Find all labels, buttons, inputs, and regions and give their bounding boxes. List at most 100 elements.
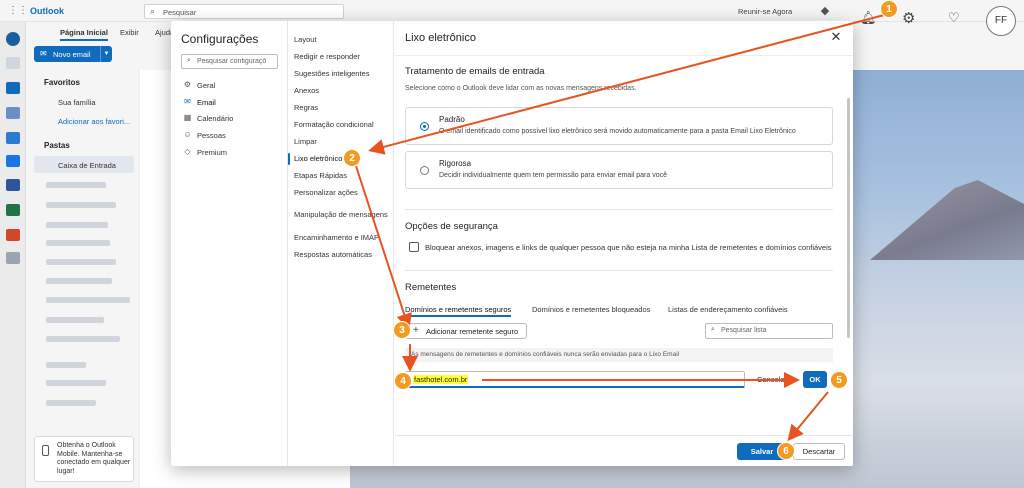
people-app-icon[interactable] (6, 132, 20, 144)
blurred-folder[interactable] (46, 362, 86, 368)
todo-app-icon[interactable] (6, 155, 20, 167)
sub-message-handling[interactable]: Manipulação de mensagens (294, 210, 388, 219)
option-strict[interactable]: Rigorosa Decidir individualmente quem te… (405, 151, 833, 189)
blurred-folder[interactable] (46, 240, 110, 246)
blurred-folder[interactable] (46, 380, 106, 386)
blurred-folder[interactable] (46, 317, 104, 323)
powerpoint-app-icon[interactable] (6, 229, 20, 241)
divider (405, 209, 833, 210)
blurred-folder[interactable] (46, 278, 112, 284)
search-icon: ⌕ (187, 57, 191, 64)
tab-safe-senders[interactable]: Domínios e remetentes seguros (405, 305, 511, 314)
tab-blocked-senders[interactable]: Domínios e remetentes bloqueados (532, 305, 650, 314)
excel-app-icon[interactable] (6, 204, 20, 216)
new-mail-dropdown[interactable]: ▼ (100, 46, 112, 62)
nav-general[interactable]: ⚙ Geral (181, 78, 281, 93)
block-attachments-checkbox[interactable] (409, 242, 419, 252)
junk-email-title: Lixo eletrônico (405, 32, 476, 44)
radio-standard[interactable] (420, 122, 429, 131)
inbox-folder[interactable]: Caixa de Entrada (58, 161, 116, 170)
sub-sweep[interactable]: Limpar (294, 137, 317, 146)
folders-header[interactable]: Pastas (44, 141, 70, 150)
nav-email[interactable]: ✉ Email (181, 95, 281, 110)
add-favorite-link[interactable]: Adicionar aos favori... (58, 117, 130, 126)
active-indicator (288, 153, 290, 165)
settings-nav: Configurações ⌕ Pesquisar configuraçõ ⚙ … (171, 21, 288, 466)
sub-customize-actions[interactable]: Personalizar ações (294, 188, 358, 197)
safe-sender-input[interactable]: fasthotel.com.br (405, 371, 745, 388)
scrollbar[interactable] (847, 98, 850, 338)
mail-app-icon[interactable] (6, 82, 20, 94)
nav-general-label: Geral (197, 81, 216, 90)
sub-forwarding-imap[interactable]: Encaminhamento e IMAP (294, 233, 379, 242)
teams-icon[interactable]: ◆ (818, 4, 832, 18)
sub-layout[interactable]: Layout (294, 35, 317, 44)
senders-header: Remetentes (405, 282, 457, 293)
blurred-folder[interactable] (46, 400, 96, 406)
incoming-header: Tratamento de emails de entrada (405, 66, 545, 77)
app-title: Outlook (30, 6, 64, 16)
mobile-promo-card[interactable]: Obtenha o Outlook Mobile. Mantenha-se co… (34, 436, 134, 482)
nav-calendar[interactable]: ▦ Calendário (181, 111, 281, 126)
tab-safe-mailing-lists[interactable]: Listas de endereçamento confiáveis (668, 305, 788, 314)
close-icon[interactable]: ✕ (829, 30, 843, 44)
left-rail (0, 22, 26, 488)
sub-rules[interactable]: Regras (294, 103, 318, 112)
sub-smart-suggestions[interactable]: Sugestões inteligentes (294, 69, 369, 78)
top-search-input[interactable]: ⌕ Pesquisar (144, 4, 344, 19)
calendar-app-icon[interactable] (6, 107, 20, 119)
meet-now-button[interactable]: Reunir-se Agora (738, 7, 792, 16)
nav-people[interactable]: ☺ Pessoas (181, 128, 281, 143)
nav-email-label: Email (197, 98, 216, 107)
bell-icon[interactable]: 🔔︎ (860, 10, 877, 26)
sub-quick-steps[interactable]: Etapas Rápidas (294, 171, 347, 180)
favorites-header[interactable]: Favoritos (44, 78, 80, 87)
app-launcher-icon[interactable]: ⋮⋮ (8, 5, 28, 16)
safe-senders-info: As mensagens de remetentes e domínios co… (405, 348, 833, 362)
settings-search-input[interactable]: ⌕ Pesquisar configuraçõ (181, 54, 278, 69)
cancel-entry-button[interactable]: Cancelar (751, 371, 799, 388)
add-safe-sender-button[interactable]: + Adicionar remetente seguro (405, 323, 527, 339)
blurred-folder[interactable] (46, 259, 116, 265)
discard-button[interactable]: Descartar (793, 443, 845, 460)
option-strict-title: Rigorosa (439, 159, 472, 168)
ok-button[interactable]: OK (803, 371, 827, 388)
option-standard-title: Padrão (439, 115, 465, 124)
sub-junk-email[interactable]: Lixo eletrônico (294, 154, 342, 163)
blurred-folder[interactable] (46, 182, 106, 188)
word-app-icon[interactable] (6, 179, 20, 191)
lightbulb-icon[interactable]: ♡ (948, 10, 960, 26)
blurred-folder[interactable] (46, 336, 120, 342)
safe-sender-value: fasthotel.com.br (413, 375, 469, 384)
step-marker-3: 3 (393, 321, 411, 339)
people-icon: ☺ (183, 130, 192, 139)
blurred-folder[interactable] (46, 202, 116, 208)
more-apps-icon[interactable] (6, 252, 20, 264)
option-strict-desc: Decidir individualmente quem tem permiss… (439, 172, 667, 179)
new-item-icon[interactable] (6, 57, 20, 69)
sub-compose[interactable]: Redigir e responder (294, 52, 360, 61)
top-search-placeholder: Pesquisar (163, 8, 197, 17)
outlook-logo-icon (6, 32, 20, 46)
family-group-item[interactable]: Sua família (58, 98, 96, 107)
nav-premium-label: Premium (197, 148, 228, 157)
blurred-folder[interactable] (46, 222, 108, 228)
list-search-input[interactable]: ⌕ Pesquisar lista (705, 323, 833, 339)
option-standard-desc: O email identificado como possível lixo … (439, 128, 796, 135)
step-marker-5: 5 (830, 371, 848, 389)
mail-icon: ✉ (184, 97, 191, 106)
option-standard[interactable]: Padrão O email identificado como possíve… (405, 107, 833, 145)
sub-conditional-formatting[interactable]: Formatação condicional (294, 120, 374, 129)
tab-home[interactable]: Página Inicial (60, 28, 108, 41)
gear-icon[interactable]: ⚙ (902, 9, 915, 27)
blurred-folder[interactable] (46, 297, 130, 303)
calendar-icon: ▦ (183, 113, 192, 122)
avatar[interactable]: FF (986, 6, 1016, 36)
sub-attachments[interactable]: Anexos (294, 86, 319, 95)
sub-automatic-replies[interactable]: Respostas automáticas (294, 250, 372, 259)
incoming-description: Selecione como o Outlook deve lidar com … (405, 85, 637, 92)
radio-strict[interactable] (420, 166, 429, 175)
tab-view[interactable]: Exibir (120, 28, 139, 37)
gear-icon: ⚙ (183, 80, 192, 89)
nav-premium[interactable]: ◇ Premium (181, 145, 281, 160)
